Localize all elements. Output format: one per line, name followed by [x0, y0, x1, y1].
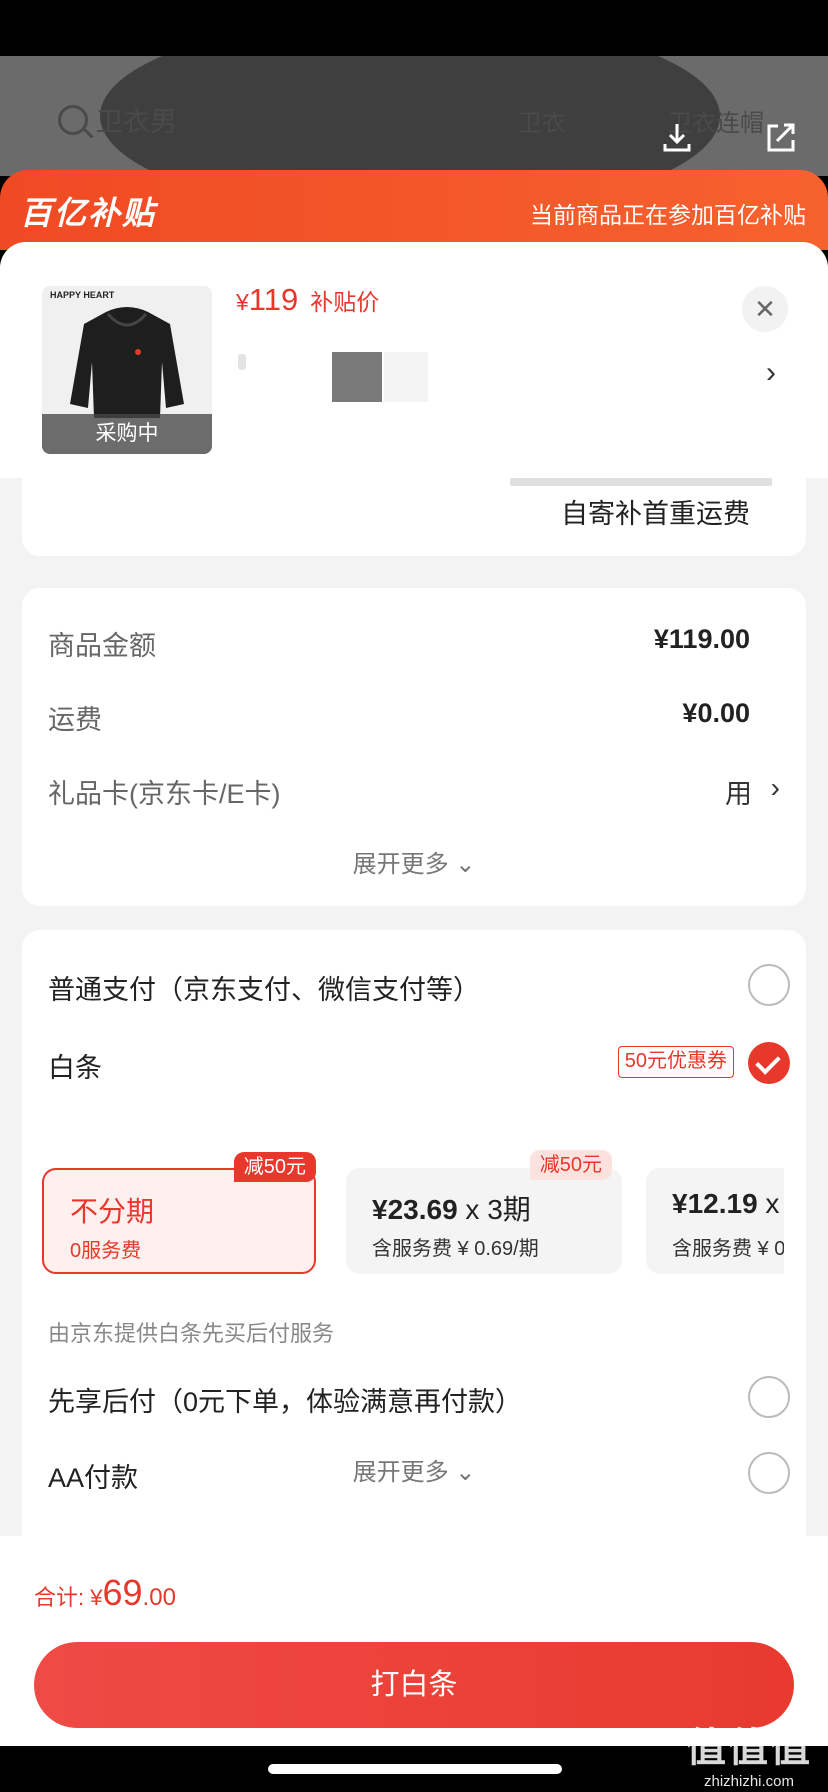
- payment-option-pay-later[interactable]: 先享后付（0元下单，体验满意再付款）: [48, 1376, 800, 1424]
- product-thumbnail[interactable]: HAPPY HEART 采购中: [42, 286, 212, 454]
- plan-fee: 含服务费 ¥ 0: [672, 1238, 784, 1260]
- search-icon: [58, 104, 88, 135]
- chevron-down-icon: ⌄: [455, 851, 476, 878]
- clipped-text-row: [510, 478, 772, 486]
- home-indicator[interactable]: [268, 1764, 562, 1774]
- background-search: 卫衣男: [58, 100, 177, 139]
- coupon-badge[interactable]: 50元优惠券: [617, 1046, 734, 1078]
- purchasing-label: 采购中: [42, 414, 212, 454]
- watermark-url: zhizhizhi.com: [703, 1773, 795, 1790]
- checkout-sheet: HAPPY HEART 采购中 ¥119 补贴价 ✕ › 自寄补首重运费 商品金…: [0, 242, 828, 1536]
- delivery-card: 自寄补首重运费: [22, 478, 806, 556]
- subsidy-price: ¥119 补贴价: [236, 282, 379, 318]
- fee-row-goods: 商品金额 ¥119.00: [48, 624, 780, 664]
- plan-no-installment[interactable]: 减50元 不分期 0服务费: [42, 1152, 316, 1274]
- plan-fee: 含服务费 ¥ 0.69/期: [372, 1238, 539, 1260]
- obscured-spec: [238, 354, 246, 370]
- status-bar: [0, 0, 828, 56]
- discount-tag: 减50元: [233, 1152, 316, 1182]
- chevron-right-icon[interactable]: ›: [766, 356, 776, 390]
- payment-label: 白条: [48, 1053, 102, 1083]
- obscured-spec-block-light: [384, 352, 428, 402]
- download-icon: [663, 124, 691, 152]
- payment-option-baitiao[interactable]: 白条 50元优惠券: [48, 1042, 800, 1090]
- radio-checked[interactable]: [748, 1042, 790, 1084]
- hoodie-image: [70, 307, 184, 418]
- gift-card-status: 用: [725, 779, 752, 809]
- watermark-logo: 值值值: [686, 1726, 812, 1770]
- chevron-right-icon: ›: [770, 772, 780, 803]
- background-tab-hoodie: 卫衣: [518, 110, 566, 137]
- pay-with-baitiao-button[interactable]: 打白条: [34, 1642, 794, 1728]
- payment-option-normal[interactable]: 普通支付（京东支付、微信支付等）: [48, 964, 800, 1012]
- price-tag: 补贴价: [310, 289, 380, 315]
- payment-expand-more[interactable]: 展开更多 ⌄: [22, 1452, 806, 1487]
- baitiao-note: 由京东提供白条先买后付服务: [48, 1321, 335, 1346]
- plan-title: ¥23.69 x 3期: [372, 1194, 531, 1225]
- radio-unchecked[interactable]: [748, 1376, 790, 1418]
- close-button[interactable]: ✕: [742, 286, 788, 332]
- subsidy-logo: 百亿补贴: [20, 195, 157, 231]
- subsidy-banner: 百亿补贴 当前商品正在参加百亿补贴: [0, 170, 828, 250]
- discount-tag: 减50元: [529, 1150, 612, 1180]
- payment-card: 普通支付（京东支付、微信支付等） 白条 50元优惠券 减50元 不分期 0服务费…: [22, 930, 806, 1536]
- fee-card: 商品金额 ¥119.00 运费 ¥0.00 礼品卡(京东卡/E卡) 用 › 展开…: [22, 588, 806, 906]
- fee-expand-more[interactable]: 展开更多 ⌄: [22, 844, 806, 879]
- fee-row-shipping: 运费 ¥0.00: [48, 698, 780, 738]
- fee-label: 运费: [48, 705, 102, 735]
- delivery-note: 自寄补首重运费: [561, 499, 750, 529]
- background-image: [100, 56, 720, 176]
- fee-row-gift-card[interactable]: 礼品卡(京东卡/E卡) 用 ›: [48, 772, 780, 812]
- chevron-down-icon: ⌄: [455, 1459, 476, 1486]
- plan-title: 不分期: [70, 1196, 155, 1227]
- share-icon: [767, 123, 795, 152]
- watermark: 值值值 zhizhizhi.com: [686, 1715, 812, 1790]
- product-header: HAPPY HEART 采购中 ¥119 补贴价 ✕ ›: [0, 242, 828, 478]
- payment-label: 先享后付（0元下单，体验满意再付款）: [48, 1387, 523, 1417]
- thumbnail-brand-text: HAPPY HEART: [50, 290, 115, 300]
- plan-title: ¥12.19 x: [672, 1188, 780, 1219]
- background-search-text: 卫衣男: [96, 107, 177, 137]
- plan-fee: 0服务费: [70, 1240, 142, 1262]
- price-value: ¥119: [236, 282, 299, 317]
- obscured-spec-block: [332, 352, 382, 402]
- plan-3-installments[interactable]: 减50元 ¥23.69 x 3期 含服务费 ¥ 0.69/期: [346, 1150, 622, 1274]
- installment-plans: 减50元 不分期 0服务费 减50元 ¥23.69 x 3期 含服务费 ¥ 0.…: [22, 1150, 806, 1278]
- subsidy-tip: 当前商品正在参加百亿补贴: [530, 202, 806, 228]
- fee-value: ¥0.00: [682, 698, 750, 728]
- fee-value: ¥119.00: [653, 624, 750, 654]
- payment-label: 普通支付（京东支付、微信支付等）: [48, 975, 480, 1005]
- background-product-page: 卫衣男 卫衣 卫衣连帽: [0, 56, 828, 176]
- fee-label: 商品金额: [48, 631, 156, 661]
- radio-unchecked[interactable]: [748, 964, 790, 1006]
- order-total: 合计: ¥69.00: [34, 1572, 176, 1613]
- plan-6-installments[interactable]: ¥12.19 x 含服务费 ¥ 0: [646, 1168, 784, 1274]
- fee-label: 礼品卡(京东卡/E卡): [48, 779, 281, 809]
